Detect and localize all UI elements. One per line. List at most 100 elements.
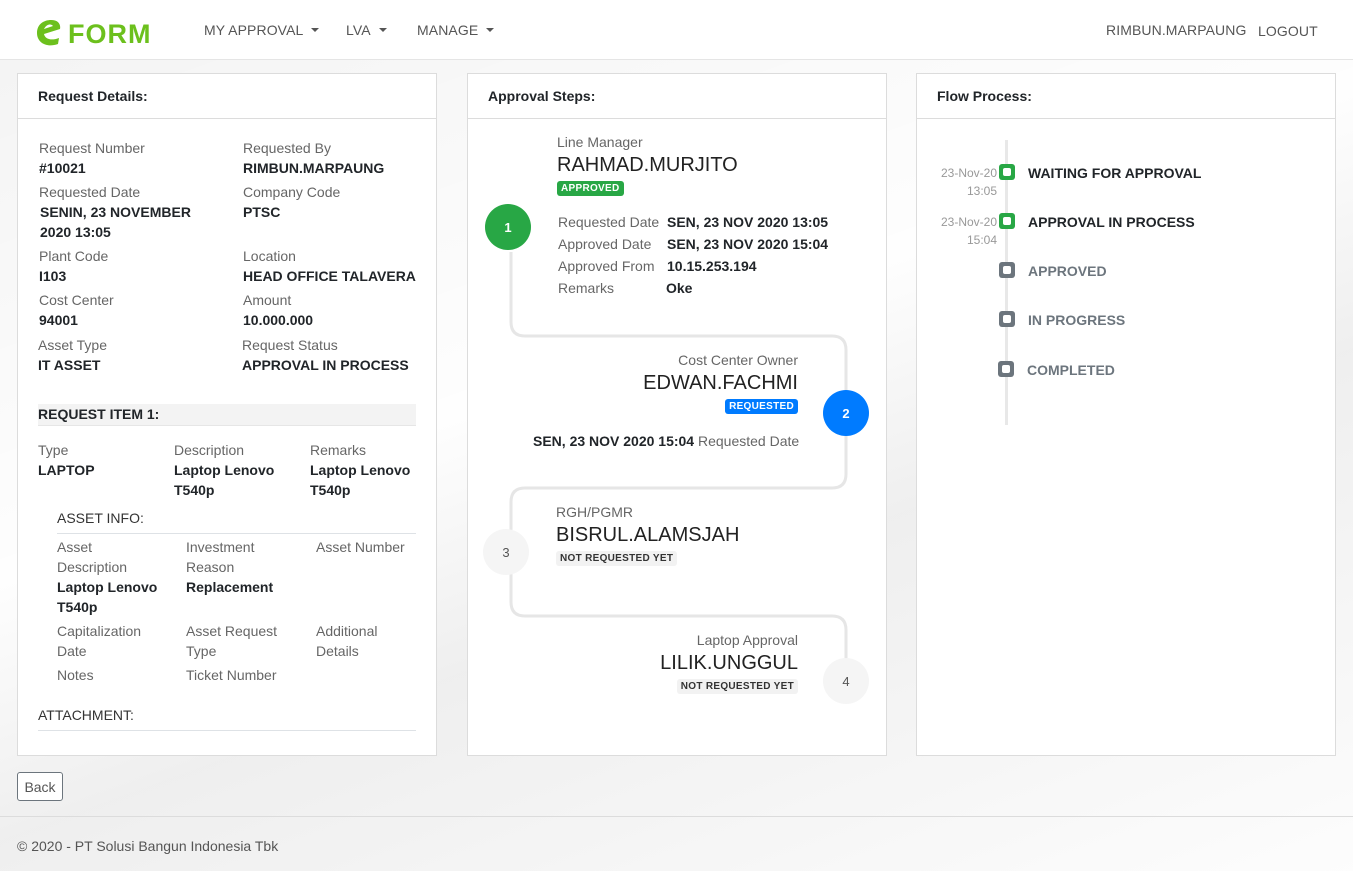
nav-manage-label[interactable]: MANAGE <box>417 22 478 38</box>
step-3-role: RGH/PGMR <box>556 504 633 520</box>
item-type-value: LAPTOP <box>38 462 95 478</box>
logout-link[interactable]: LOGOUT <box>1258 23 1318 39</box>
flow-item-1-check-icon <box>999 164 1015 180</box>
footer-copyright: © 2020 - PT Solusi Bangun Indonesia Tbk <box>17 838 279 854</box>
chevron-down-icon <box>378 28 387 32</box>
notes-label: Notes <box>57 667 94 683</box>
cost-center-label: Cost Center <box>39 292 114 308</box>
chevron-down-icon <box>486 28 495 32</box>
step-3-circle: 3 <box>483 529 529 575</box>
step-1-remarks-label: Remarks <box>558 280 615 296</box>
nav-my-approval-label[interactable]: MY APPROVAL <box>204 22 303 38</box>
nav-lva[interactable]: LVA <box>346 22 387 38</box>
step-1-approved-from: 10.15.253.194 <box>667 258 757 274</box>
cost-center-value: 94001 <box>39 312 78 328</box>
investment-reason-value: Replacement <box>186 579 274 595</box>
company-code-label: Company Code <box>243 184 341 200</box>
asset-type-label: Asset Type <box>38 337 108 353</box>
flow-item-5-label: COMPLETED <box>1027 362 1115 378</box>
asset-request-type-label-line2: Type <box>186 643 217 659</box>
eform-logo[interactable]: FORM <box>34 17 166 47</box>
nav-lva-label[interactable]: LVA <box>346 22 371 38</box>
flow-item-1-time: 13:05 <box>966 184 997 198</box>
additional-details-label-line1: Additional <box>316 623 378 639</box>
flow-item-1-date: 23-Nov-20 <box>940 166 997 180</box>
step-1-approved-date: SEN, 23 NOV 2020 15:04 <box>667 236 829 252</box>
asset-description-label-line1: Asset <box>57 539 93 555</box>
asset-description-value-line2: T540p <box>57 599 98 615</box>
asset-type-value: IT ASSET <box>38 357 101 373</box>
investment-reason-label-line1: Investment <box>186 539 255 555</box>
step-1-remarks: Oke <box>666 280 693 296</box>
logo-text: FORM <box>68 19 151 47</box>
asset-number-label: Asset Number <box>316 539 405 555</box>
nav-manage[interactable]: MANAGE <box>417 22 495 38</box>
chevron-down-icon <box>311 28 320 32</box>
ticket-number-label: Ticket Number <box>186 667 277 683</box>
nav-user[interactable]: RIMBUN.MARPAUNG <box>1106 22 1246 38</box>
attachment-label: ATTACHMENT: <box>38 707 134 723</box>
asset-description-label-line2: Description <box>57 559 128 575</box>
step-4-approver: LILIK.UNGGUL <box>660 652 798 674</box>
step-1-circle: 1 <box>485 204 531 250</box>
investment-reason-label-line2: Reason <box>186 559 235 575</box>
step-1-approver: RAHMAD.MURJITO <box>557 154 738 176</box>
requested-date-value-line1: SENIN, 23 NOVEMBER <box>40 204 191 220</box>
plant-code-value: I103 <box>39 268 67 284</box>
step-4-circle: 4 <box>823 658 869 704</box>
flow-item-2-date: 23-Nov-20 <box>940 215 997 229</box>
item-remarks-value-line1: Laptop Lenovo <box>310 462 411 478</box>
flow-item-3-label: APPROVED <box>1028 263 1107 279</box>
flow-item-1-label: WAITING FOR APPROVAL <box>1028 165 1202 181</box>
capitalization-date-label-line2: Date <box>57 643 87 659</box>
flow-timeline-line <box>1005 140 1008 425</box>
flow-item-2-time: 15:04 <box>966 233 997 247</box>
additional-details-label-line2: Details <box>316 643 359 659</box>
amount-label: Amount <box>243 292 292 308</box>
step-2-circle: 2 <box>823 390 869 436</box>
request-number-value: #10021 <box>39 160 86 176</box>
attachment-divider <box>38 730 416 731</box>
step-1-approved-date-label: Approved Date <box>558 236 652 252</box>
amount-value: 10.000.000 <box>243 312 314 328</box>
asset-info-label: ASSET INFO: <box>57 510 144 526</box>
item-description-value-line2: T540p <box>174 482 215 498</box>
item-description-value-line1: Laptop Lenovo <box>174 462 275 478</box>
requested-date-label: Requested Date <box>39 184 141 200</box>
flow-process-card: Flow Process: 23-Nov-20 13:05 WAITING FO… <box>916 73 1336 756</box>
step-2-status-badge: REQUESTED <box>725 399 798 414</box>
request-details-card: Request Details: Request Number #10021 R… <box>17 73 437 756</box>
step-4-role: Laptop Approval <box>696 632 798 648</box>
request-details-title: Request Details: <box>18 74 436 119</box>
footer-divider <box>0 816 1353 817</box>
requested-by-value: RIMBUN.MARPAUNG <box>243 160 385 176</box>
requested-by-label: Requested By <box>243 140 331 156</box>
request-status-label: Request Status <box>242 337 338 353</box>
flow-item-2-label: APPROVAL IN PROCESS <box>1028 214 1195 230</box>
step-3-approver: BISRUL.ALAMSJAH <box>556 524 740 546</box>
nav-my-approval[interactable]: MY APPROVAL <box>204 22 320 38</box>
step-1-requested-date-label: Requested Date <box>558 214 660 230</box>
step-1-role: Line Manager <box>557 134 643 150</box>
company-code-value: PTSC <box>243 204 281 220</box>
flow-process-title: Flow Process: <box>917 74 1335 119</box>
step-2-role: Cost Center Owner <box>678 352 798 368</box>
flow-item-3-pending-icon <box>999 262 1015 278</box>
location-label: Location <box>243 248 296 264</box>
item-remarks-value-line2: T540p <box>310 482 351 498</box>
top-navbar: FORM MY APPROVAL LVA MANAGE RIMBUN.MARPA… <box>0 0 1353 60</box>
back-button[interactable]: Back <box>17 772 63 801</box>
flow-item-2-check-icon <box>999 213 1015 229</box>
asset-request-type-label-line1: Asset Request <box>186 623 278 639</box>
flow-item-4-pending-icon <box>999 311 1015 327</box>
asset-description-value-line1: Laptop Lenovo <box>57 579 158 595</box>
step-1-requested-date: SEN, 23 NOV 2020 13:05 <box>667 214 829 230</box>
plant-code-label: Plant Code <box>39 248 109 264</box>
step-3-status-badge: NOT REQUESTED YET <box>556 551 678 566</box>
step-2-requested-date-label: Requested Date <box>698 433 800 449</box>
step-2-requested-date: SEN, 23 NOV 2020 15:04 <box>533 433 695 449</box>
request-status-value: APPROVAL IN PROCESS <box>242 357 409 373</box>
step-1-status-badge: APPROVED <box>557 181 624 196</box>
requested-date-value-line2: 2020 13:05 <box>40 224 111 240</box>
step-4-status-badge: NOT REQUESTED YET <box>676 679 798 694</box>
